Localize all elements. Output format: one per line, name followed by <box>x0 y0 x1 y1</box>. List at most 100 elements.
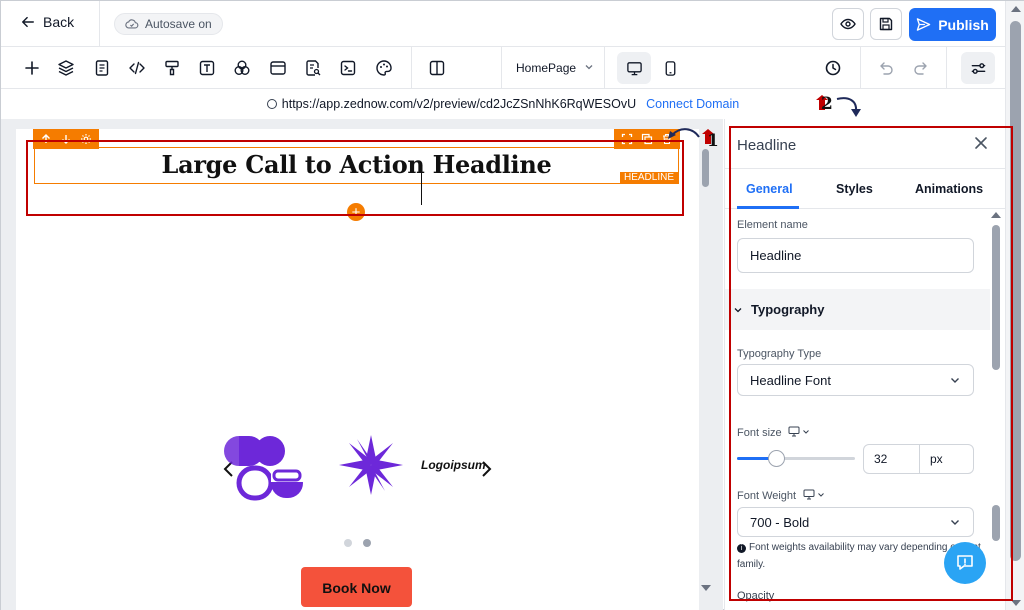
plus-icon <box>25 61 39 75</box>
chevron-down-icon <box>803 429 809 434</box>
carousel-dot-2[interactable] <box>363 539 371 547</box>
sections-tool[interactable] <box>266 56 290 80</box>
arrow-up-icon <box>42 134 50 143</box>
chevron-down-icon <box>951 520 959 525</box>
scroll-down-arrow[interactable] <box>1011 600 1021 606</box>
typography-type-value: Headline Font <box>750 372 831 388</box>
tab-general[interactable]: General <box>746 182 793 196</box>
element-settings-button[interactable] <box>80 133 92 145</box>
mobile-view-button[interactable] <box>653 52 687 84</box>
font-size-slider-thumb[interactable] <box>767 450 785 467</box>
save-button[interactable] <box>870 8 902 40</box>
page-canvas[interactable]: Large Call to Action Headline HEADLINE + <box>16 129 699 610</box>
connect-domain-link[interactable]: Connect Domain <box>646 97 739 111</box>
element-name-value: Headline <box>750 248 802 263</box>
panel-scrollbar[interactable] <box>990 209 1004 610</box>
cloud-check-icon <box>125 19 139 29</box>
move-down-button[interactable] <box>60 133 72 145</box>
book-now-button[interactable]: Book Now <box>301 567 412 607</box>
panel-scrollbar-thumb[interactable] <box>992 225 1000 370</box>
move-up-button[interactable] <box>40 133 52 145</box>
canvas-scrollbar[interactable] <box>700 129 712 610</box>
panel-title: Headline <box>737 137 797 154</box>
editor-toolbar: HomePage <box>1 47 1005 89</box>
element-toolbar-left <box>33 129 99 149</box>
scroll-up-arrow[interactable] <box>991 212 1001 218</box>
preview-button[interactable] <box>832 8 864 40</box>
settings-panel-button[interactable] <box>961 52 995 84</box>
scroll-up-arrow[interactable] <box>1011 6 1021 12</box>
divider <box>99 1 100 47</box>
colors-tool[interactable] <box>230 56 254 80</box>
scroll-down-arrow[interactable] <box>701 585 711 591</box>
close-icon[interactable] <box>973 135 989 151</box>
color-circles-icon <box>234 60 250 75</box>
expand-button[interactable] <box>621 133 633 145</box>
duplicate-button[interactable] <box>641 133 653 145</box>
page-selector-value: HomePage <box>516 61 577 75</box>
font-size-slider[interactable] <box>737 450 855 467</box>
app-window: Back Autosave on Publish HomePage https:… <box>0 0 1024 610</box>
undo-icon <box>880 62 893 75</box>
typography-tool[interactable] <box>195 56 219 80</box>
carousel-dot-1[interactable] <box>344 539 352 547</box>
desktop-icon <box>788 426 800 436</box>
desktop-view-button[interactable] <box>617 52 651 84</box>
seo-tool[interactable] <box>301 56 325 80</box>
tab-styles[interactable]: Styles <box>836 182 873 196</box>
carousel-dots <box>344 539 371 547</box>
support-chat-button[interactable] <box>944 542 986 584</box>
layers-tool[interactable] <box>54 56 78 80</box>
window-scrollbar[interactable] <box>1005 1 1024 610</box>
add-element-tool[interactable] <box>20 56 44 80</box>
theme-tool[interactable] <box>372 56 396 80</box>
columns-icon <box>429 60 445 76</box>
info-icon: i <box>737 544 746 553</box>
panel-scrollbar-thumb-secondary[interactable] <box>992 505 1000 541</box>
canvas-scrollbar-thumb[interactable] <box>702 149 709 187</box>
responsive-toggle[interactable] <box>788 425 812 437</box>
expand-icon <box>621 133 633 145</box>
custom-code-tool[interactable] <box>125 56 149 80</box>
typography-type-select[interactable]: Headline Font <box>737 364 974 396</box>
headline-element[interactable]: Large Call to Action Headline HEADLINE <box>34 147 679 184</box>
gear-icon <box>81 134 91 144</box>
redo-icon <box>914 62 927 75</box>
font-size-input[interactable]: 32 px <box>863 444 974 474</box>
redo-button[interactable] <box>909 56 933 80</box>
palette-icon <box>376 60 392 76</box>
active-tab-indicator <box>737 206 799 209</box>
eye-icon <box>840 18 856 30</box>
publish-label: Publish <box>938 16 989 33</box>
tracking-code-tool[interactable] <box>336 56 360 80</box>
chevron-down-icon <box>734 307 742 312</box>
page-selector[interactable]: HomePage <box>501 47 605 89</box>
version-history-button[interactable] <box>821 56 845 80</box>
typography-section-header[interactable]: Typography <box>725 289 990 330</box>
send-icon <box>916 18 931 31</box>
font-weight-select[interactable]: 700 - Bold <box>737 507 974 537</box>
annotation-marker-1: 1 <box>707 131 719 151</box>
font-size-unit[interactable]: px <box>920 445 973 473</box>
logo-wordmark: Logoipsum <box>421 458 486 472</box>
pages-tool[interactable] <box>90 56 114 80</box>
publish-button[interactable]: Publish <box>909 8 996 41</box>
browser-window-icon <box>270 61 286 75</box>
font-size-value[interactable]: 32 <box>864 445 920 473</box>
headline-text[interactable]: Large Call to Action Headline <box>35 150 678 179</box>
annotation-arrow-1-icon <box>668 128 700 139</box>
window-scrollbar-thumb[interactable] <box>1010 21 1021 561</box>
add-element-below-button[interactable]: + <box>347 203 365 221</box>
element-name-input[interactable]: Headline <box>737 238 974 273</box>
opacity-label: Opacity <box>737 590 775 602</box>
undo-button[interactable] <box>874 56 898 80</box>
responsive-toggle[interactable] <box>803 488 827 500</box>
tab-animations[interactable]: Animations <box>915 182 983 196</box>
back-button[interactable]: Back <box>21 14 74 30</box>
divider <box>860 47 861 89</box>
split-view-tool[interactable] <box>425 56 449 80</box>
styles-tool[interactable] <box>160 56 184 80</box>
panel-header: Headline <box>725 119 1005 169</box>
preview-url[interactable]: https://app.zednow.com/v2/preview/cd2JcZ… <box>282 97 636 111</box>
logo-shape-star <box>339 435 403 495</box>
